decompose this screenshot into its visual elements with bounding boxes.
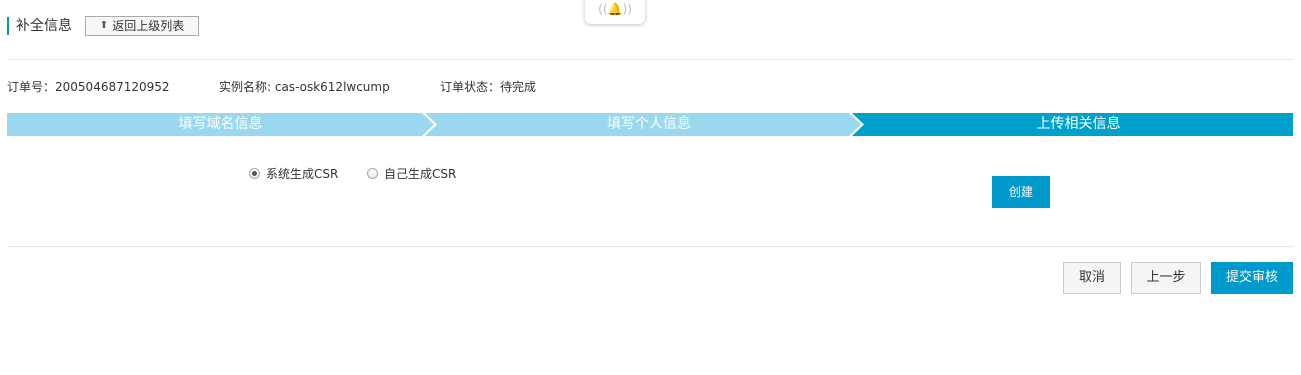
radio-system-csr-label: 系统生成CSR: [266, 167, 339, 181]
step-3: 上传相关信息: [1036, 116, 1121, 132]
step-progress: 填写域名信息 填写个人信息 上传相关信息: [7, 113, 1293, 136]
create-button[interactable]: 创建: [992, 176, 1050, 208]
radio-system-csr[interactable]: 系统生成CSR: [249, 165, 338, 182]
step-2: 填写个人信息: [607, 116, 691, 132]
divider: [7, 246, 1294, 247]
previous-step-button[interactable]: 上一步: [1131, 262, 1201, 294]
order-status-label: 订单状态：: [440, 80, 501, 94]
upload-arrow-icon: ⬆: [99, 20, 109, 31]
instance-name-value: cas-osk612lwcump: [274, 80, 390, 94]
back-button-label: 返回上级列表: [112, 19, 185, 33]
back-to-list-button[interactable]: ⬆ 返回上级列表: [85, 16, 199, 36]
radio-self-csr[interactable]: 自己生成CSR: [367, 165, 456, 182]
order-number-label: 订单号：: [7, 80, 56, 94]
radio-system-csr-control[interactable]: [249, 168, 260, 179]
submit-review-button[interactable]: 提交审核: [1211, 262, 1293, 294]
order-status-value: 待完成: [500, 80, 537, 94]
order-status: 订单状态：待完成: [440, 80, 536, 94]
radio-self-csr-control[interactable]: [367, 168, 378, 179]
instance-name: 实例名称: cas-osk612lwcump: [219, 80, 390, 94]
step-1: 填写域名信息: [178, 116, 263, 132]
page-title: 补全信息: [7, 17, 72, 35]
radio-self-csr-label: 自己生成CSR: [384, 167, 457, 181]
bell-signal-icon: ((🔔)): [598, 2, 632, 16]
notification-widget[interactable]: ((🔔)): [585, 0, 645, 24]
order-number-value: 200504687120952: [55, 80, 170, 94]
divider: [7, 59, 1294, 60]
cancel-button[interactable]: 取消: [1063, 262, 1121, 294]
order-number: 订单号：200504687120952: [7, 80, 170, 94]
instance-name-label: 实例名称:: [219, 80, 275, 94]
